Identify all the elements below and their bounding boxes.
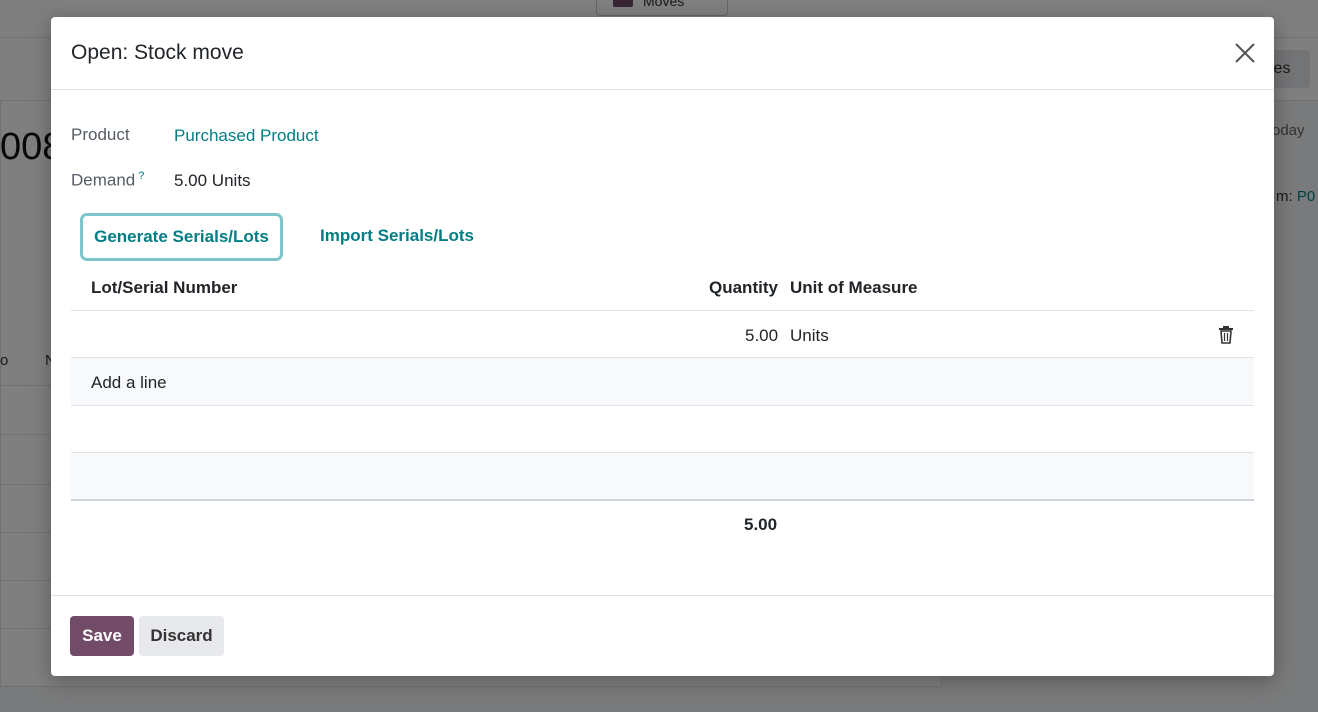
stock-move-dialog: Open: Stock move Product Purchased Produ…: [51, 17, 1274, 676]
trash-icon: [1219, 326, 1233, 344]
empty-row: [71, 453, 1254, 500]
close-icon: [1235, 43, 1255, 63]
quantity-cell[interactable]: 5.00: [745, 326, 778, 346]
demand-value: 5.00 Units: [174, 171, 251, 190]
save-button[interactable]: Save: [70, 616, 134, 656]
delete-row-button[interactable]: [1218, 326, 1234, 344]
table-header-divider: [71, 310, 1254, 311]
demand-label: Demand?: [71, 170, 145, 190]
add-line-link[interactable]: Add a line: [91, 373, 167, 393]
add-line-row: [71, 358, 1254, 405]
column-header-quantity[interactable]: Quantity: [709, 278, 778, 298]
column-header-lot[interactable]: Lot/Serial Number: [91, 278, 237, 298]
close-button[interactable]: [1231, 39, 1259, 67]
dialog-header: Open: Stock move: [51, 17, 1274, 90]
quantity-total: 5.00: [744, 515, 778, 534]
product-label: Product: [71, 125, 130, 144]
row-divider: [71, 405, 1254, 406]
dialog-title: Open: Stock move: [71, 41, 244, 64]
table-footer-divider: [71, 499, 1254, 501]
uom-cell[interactable]: Units: [790, 326, 829, 346]
import-serials-button[interactable]: Import Serials/Lots: [320, 226, 474, 246]
discard-button[interactable]: Discard: [139, 616, 224, 656]
product-value-link[interactable]: Purchased Product: [174, 126, 319, 146]
dialog-footer: [51, 595, 1274, 676]
generate-serials-button[interactable]: Generate Serials/Lots: [80, 213, 283, 261]
demand-help-tooltip[interactable]: ?: [138, 170, 144, 182]
column-header-uom[interactable]: Unit of Measure: [790, 278, 918, 298]
